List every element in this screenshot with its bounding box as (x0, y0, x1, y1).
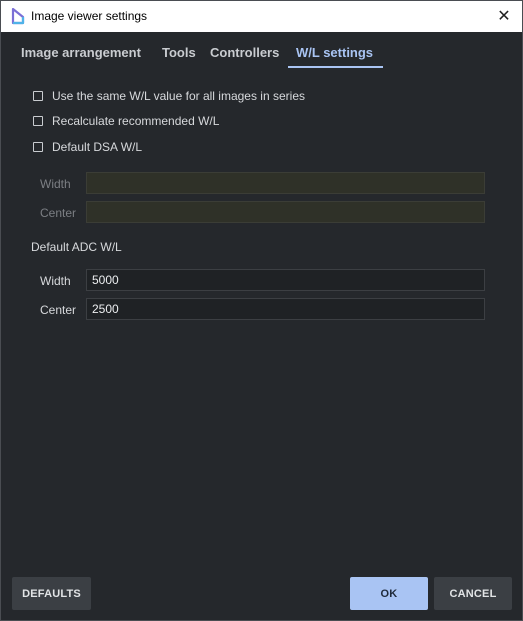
checkbox-label: Default DSA W/L (52, 140, 143, 154)
adc-center-label: Center (40, 303, 77, 317)
app-logo-icon (10, 7, 26, 25)
dsa-width-label: Width (40, 177, 71, 191)
active-tab-indicator (288, 66, 383, 68)
tab-wl-settings[interactable]: W/L settings (296, 45, 373, 60)
window-title: Image viewer settings (31, 9, 148, 23)
adc-width-field[interactable]: 5000 (86, 269, 485, 291)
cancel-button[interactable]: CANCEL (434, 577, 512, 610)
tab-tools[interactable]: Tools (162, 45, 196, 60)
adc-width-label: Width (40, 274, 71, 288)
checkbox[interactable] (33, 142, 43, 152)
close-icon[interactable]: ✕ (492, 4, 516, 28)
tab-controllers[interactable]: Controllers (210, 45, 279, 60)
dsa-width-field (86, 172, 485, 194)
adc-center-field[interactable]: 2500 (86, 298, 485, 320)
dsa-center-label: Center (40, 206, 77, 220)
adc-section-title: Default ADC W/L (31, 240, 122, 254)
option-default-dsa-wl[interactable]: Default DSA W/L (33, 139, 142, 155)
checkbox[interactable] (33, 91, 43, 101)
checkbox-label: Recalculate recommended W/L (52, 114, 220, 128)
option-same-wl[interactable]: Use the same W/L value for all images in… (33, 88, 305, 104)
defaults-button[interactable]: DEFAULTS (12, 577, 91, 610)
ok-button[interactable]: OK (350, 577, 428, 610)
checkbox-label: Use the same W/L value for all images in… (52, 89, 305, 103)
tab-image-arrangement[interactable]: Image arrangement (21, 45, 141, 60)
checkbox[interactable] (33, 116, 43, 126)
option-recalculate-wl[interactable]: Recalculate recommended W/L (33, 113, 219, 129)
dsa-center-field (86, 201, 485, 223)
settings-dialog: Image viewer settings ✕ Image arrangemen… (0, 0, 523, 621)
title-bar: Image viewer settings ✕ (1, 1, 522, 32)
